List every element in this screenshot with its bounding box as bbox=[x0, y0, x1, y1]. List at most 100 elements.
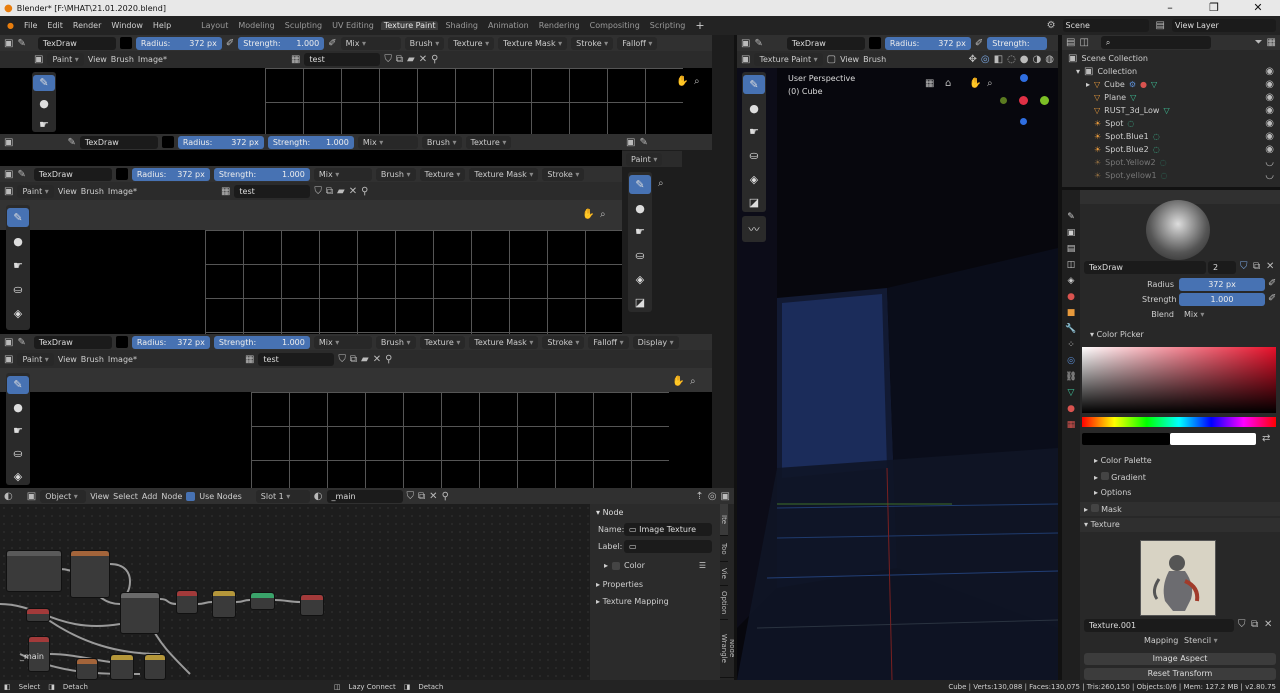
maximize-icon[interactable]: ❐ bbox=[1192, 0, 1236, 16]
shader-node[interactable] bbox=[250, 592, 275, 610]
brush-name-field[interactable]: TexDraw bbox=[37, 36, 116, 50]
checkbox-icon[interactable] bbox=[612, 561, 621, 570]
shading-solid-icon[interactable]: ● bbox=[1020, 54, 1029, 65]
editor-type-icon[interactable]: ▣ bbox=[626, 137, 635, 148]
texture-mask-menu[interactable]: Texture Mask bbox=[469, 167, 539, 181]
color-swatch[interactable] bbox=[115, 168, 128, 180]
tool-tab-icon[interactable]: ✎ bbox=[1067, 212, 1075, 222]
menu-image[interactable]: Image* bbox=[108, 187, 137, 196]
menu-image[interactable]: Image* bbox=[108, 355, 137, 364]
area-separator[interactable] bbox=[734, 35, 737, 680]
shading-material-icon[interactable]: ◑ bbox=[1033, 54, 1042, 65]
draw-tool-icon[interactable]: ✎ bbox=[7, 376, 29, 394]
editor-type-icon[interactable]: ◐ bbox=[4, 491, 13, 502]
falloff-menu[interactable]: Falloff bbox=[588, 335, 629, 349]
radius-slider[interactable]: 372 px bbox=[1179, 278, 1265, 291]
brush-menu[interactable]: Brush bbox=[375, 335, 416, 349]
node-label-field[interactable]: ▭ bbox=[624, 540, 712, 553]
view-layer-field[interactable]: View Layer bbox=[1172, 19, 1276, 32]
open-image-icon[interactable]: ▰ bbox=[361, 354, 369, 365]
editor-type-icon[interactable]: ▣ bbox=[4, 354, 13, 365]
strength-slider[interactable]: 1.000 bbox=[1179, 293, 1265, 306]
modifier-tab-icon[interactable]: 🔧 bbox=[1065, 324, 1076, 334]
expand-icon[interactable]: ▾ bbox=[1076, 65, 1080, 78]
tab-animation[interactable]: Animation bbox=[485, 21, 532, 30]
unlink-icon[interactable]: ✕ bbox=[419, 54, 427, 65]
draw-tool-icon[interactable]: ✎ bbox=[7, 208, 29, 227]
gizmo-z-axis[interactable] bbox=[1020, 74, 1028, 82]
node-section-header[interactable]: ▾ Node bbox=[590, 504, 720, 521]
pressure-icon[interactable]: ✐ bbox=[226, 38, 234, 49]
pressure-icon[interactable]: ✐ bbox=[328, 38, 336, 49]
image-canvas-1[interactable] bbox=[0, 68, 712, 134]
editor-type-icon[interactable]: ▣ bbox=[4, 169, 13, 180]
viewport-3d[interactable]: User Perspective (0) Cube ▦ ⌂ ✋ ⌕ bbox=[737, 68, 1058, 680]
menu-window[interactable]: Window bbox=[108, 21, 146, 30]
add-workspace-icon[interactable]: + bbox=[692, 19, 707, 32]
shader-node[interactable] bbox=[6, 550, 62, 592]
blend-dropdown[interactable]: Mix bbox=[340, 36, 401, 50]
visibility-eye-icon[interactable]: ◉ bbox=[1265, 130, 1274, 143]
tab-rendering[interactable]: Rendering bbox=[536, 21, 583, 30]
gizmo-x-axis[interactable] bbox=[1019, 96, 1028, 105]
menu-view[interactable]: View bbox=[90, 492, 109, 501]
scene-tab-icon[interactable]: ◈ bbox=[1068, 276, 1075, 286]
outliner-item[interactable]: ☀ Spot.Blue1 ◌ ◉ bbox=[1062, 130, 1280, 143]
color-swatch-black[interactable] bbox=[1082, 433, 1170, 445]
brush-name-field[interactable]: TexDraw bbox=[79, 135, 158, 149]
unlink-icon[interactable]: ✕ bbox=[1266, 261, 1274, 272]
area-separator[interactable] bbox=[1062, 187, 1280, 190]
visibility-eye-icon[interactable]: ◉ bbox=[1265, 78, 1274, 91]
blend-dropdown[interactable]: Mix bbox=[1179, 308, 1275, 321]
texture-menu[interactable]: Texture bbox=[419, 335, 466, 349]
tab-scripting[interactable]: Scripting bbox=[647, 21, 689, 30]
unlink-icon[interactable]: ✕ bbox=[1264, 619, 1272, 630]
fake-user-icon[interactable]: ⛉ bbox=[407, 491, 415, 502]
visibility-eye-icon[interactable]: ◉ bbox=[1265, 104, 1274, 117]
texture-panel-header[interactable]: ▾ Texture bbox=[1080, 518, 1280, 532]
clone-tool-icon[interactable]: ⛀ bbox=[7, 280, 29, 299]
scene-field[interactable]: Scene bbox=[1062, 19, 1149, 32]
editor-type-icon[interactable]: ▣ bbox=[4, 38, 13, 49]
gizmo-neg-y-axis[interactable] bbox=[1000, 97, 1007, 104]
blend-dropdown[interactable]: Mix bbox=[313, 335, 372, 349]
navigation-gizmo[interactable] bbox=[997, 72, 1053, 128]
smear-tool-icon[interactable]: ☛ bbox=[743, 122, 765, 141]
fill-tool-icon[interactable]: ◈ bbox=[629, 270, 651, 289]
strength-slider[interactable]: Strength: 1.000 bbox=[267, 135, 354, 149]
brush-name-field[interactable]: TexDraw bbox=[33, 335, 112, 349]
options-panel-header[interactable]: ▸ Options bbox=[1094, 488, 1131, 497]
tab-layout[interactable]: Layout bbox=[198, 21, 231, 30]
color-swatch[interactable] bbox=[119, 37, 132, 49]
editor-type-icon[interactable]: ▣ bbox=[34, 54, 43, 65]
tab-modeling[interactable]: Modeling bbox=[235, 21, 277, 30]
color-picker-hue[interactable] bbox=[1082, 417, 1276, 427]
fill-tool-icon[interactable]: ◈ bbox=[743, 170, 765, 189]
color-palette-panel-header[interactable]: ▸ Color Palette bbox=[1094, 456, 1152, 465]
display-menu[interactable]: Display bbox=[632, 335, 679, 349]
mode-dropdown[interactable]: Paint bbox=[47, 53, 84, 66]
shader-type-icon[interactable]: ▣ bbox=[27, 491, 36, 502]
menu-view[interactable]: View bbox=[88, 55, 107, 64]
falloff-menu[interactable]: Falloff bbox=[617, 36, 658, 50]
snap-icon[interactable]: ◎ bbox=[708, 491, 717, 502]
draw-tool-icon[interactable]: ✎ bbox=[629, 175, 651, 194]
brush-name-field[interactable]: TexDraw bbox=[786, 36, 865, 50]
radius-slider[interactable]: Radius: 372 px bbox=[177, 135, 264, 149]
menu-brush[interactable]: Brush bbox=[111, 55, 134, 64]
brush-name-field[interactable]: TexDraw bbox=[1084, 261, 1206, 274]
checkbox-icon[interactable] bbox=[1090, 504, 1099, 512]
shader-node[interactable] bbox=[76, 658, 98, 680]
editor-type-icon[interactable]: ▣ bbox=[741, 54, 750, 65]
visibility-eye-icon[interactable]: ◉ bbox=[1265, 143, 1274, 156]
radius-slider[interactable]: Radius: 372 px bbox=[131, 167, 210, 181]
shader-node[interactable] bbox=[26, 608, 50, 622]
zoom-icon[interactable]: ⌕ bbox=[694, 76, 700, 87]
brush-name-field[interactable]: TexDraw bbox=[33, 167, 112, 181]
material-browse-icon[interactable]: ◐ bbox=[314, 491, 323, 502]
fake-user-icon[interactable]: ⛉ bbox=[1240, 261, 1248, 272]
open-image-icon[interactable]: ▰ bbox=[337, 186, 345, 197]
menu-node[interactable]: Node bbox=[161, 492, 182, 501]
node-editor-canvas[interactable]: _main bbox=[0, 504, 589, 680]
hand-pan-icon[interactable]: ✋ bbox=[969, 78, 981, 89]
